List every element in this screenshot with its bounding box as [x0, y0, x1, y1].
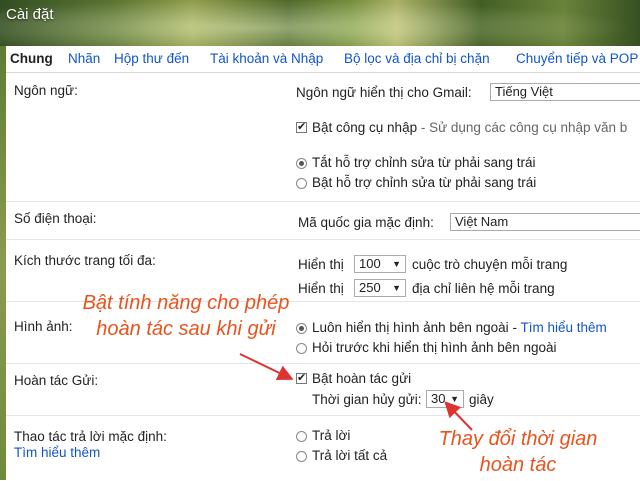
enable-undo-send-label: Bật hoàn tác gửi	[312, 371, 412, 386]
input-tools-text: Bật công cụ nhập - Sử dụng các công cụ n…	[312, 120, 628, 135]
rtl-off-label: Tắt hỗ trợ chỉnh sửa từ phải sang trái	[312, 155, 536, 170]
images-label: Hình ảnh:	[14, 319, 73, 334]
display-language-label: Ngôn ngữ hiển thị cho Gmail:	[296, 85, 472, 100]
display-language-select[interactable]: Tiếng Việt	[490, 83, 640, 101]
rtl-on-label: Bật hỗ trợ chỉnh sửa từ phải sang trái	[312, 175, 537, 190]
reply-option-label: Trả lời	[312, 428, 351, 443]
rtl-off-radio[interactable]	[296, 158, 307, 169]
annotation-enable-line2: hoàn tác sau khi gửi	[96, 318, 276, 340]
enable-undo-send-checkbox[interactable]	[296, 371, 307, 384]
tab-general[interactable]: Chung	[10, 51, 53, 66]
annotation-time-line1: Thay đổi thời gian	[438, 428, 598, 450]
ask-images-radio[interactable]	[296, 343, 307, 354]
reply-label: Thao tác trả lời mặc định:	[14, 429, 167, 444]
phone-row: Số điện thoại: Mã quốc gia mặc định: Việ…	[6, 201, 640, 240]
input-tools-checkbox[interactable]	[296, 120, 307, 133]
tab-forwarding[interactable]: Chuyển tiếp và POP	[516, 51, 638, 66]
show-conv-label: Hiển thị	[298, 257, 344, 272]
contacts-per-page-select[interactable]: 250 ▼	[354, 279, 406, 297]
always-show-images-radio[interactable]	[296, 323, 307, 334]
conversations-per-page-select[interactable]: 100 ▼	[354, 255, 406, 273]
period-unit: giây	[469, 392, 494, 407]
country-code-select[interactable]: Việt Nam	[450, 213, 640, 231]
tab-filters[interactable]: Bộ lọc và địa chỉ bị chặn	[344, 51, 490, 66]
reply-all-radio[interactable]	[296, 451, 307, 462]
annotation-enable-line1: Bật tính năng cho phép	[82, 292, 290, 314]
annotation-enable: Bật tính năng cho phép hoàn tác sau khi …	[76, 290, 296, 342]
images-learn-more-link[interactable]: Tìm hiểu thêm	[520, 320, 606, 335]
tab-accounts[interactable]: Tài khoản và Nhập	[210, 51, 323, 66]
cancel-period-label: Thời gian hủy gửi:	[312, 392, 422, 407]
rtl-on-radio[interactable]	[296, 178, 307, 189]
settings-tabs: Chung Nhãn Hộp thư đến Tài khoản và Nhập…	[6, 46, 640, 73]
cancel-period-select[interactable]: 30 ▼	[426, 390, 464, 408]
show-contact-label: Hiển thị	[298, 281, 344, 296]
header-background	[0, 0, 640, 46]
page-title: Cài đặt	[6, 6, 54, 23]
reply-learn-more-link[interactable]: Tìm hiểu thêm	[14, 445, 100, 460]
language-label: Ngôn ngữ:	[14, 83, 78, 98]
ask-images-label: Hỏi trước khi hiển thị hình ảnh bên ngoà…	[312, 340, 557, 355]
undo-send-label: Hoàn tác Gửi:	[14, 373, 99, 388]
phone-label: Số điện thoại:	[14, 211, 97, 226]
conv-suffix: cuộc trò chuyện mỗi trang	[412, 257, 568, 272]
reply-all-option-label: Trả lời tất cả	[312, 448, 388, 463]
page-size-label: Kích thước trang tối đa:	[14, 253, 156, 268]
always-show-images-text: Luôn hiển thị hình ảnh bên ngoài - Tìm h…	[312, 320, 607, 335]
undo-send-row: Hoàn tác Gửi: Bật hoàn tác gửi Thời gian…	[6, 363, 640, 416]
contact-suffix: địa chỉ liên hệ mỗi trang	[412, 281, 555, 296]
annotation-time-line2: hoàn tác	[479, 454, 557, 476]
tab-labels[interactable]: Nhãn	[68, 51, 100, 66]
language-row: Ngôn ngữ: Ngôn ngữ hiển thị cho Gmail: T…	[6, 73, 640, 202]
tab-inbox[interactable]: Hộp thư đến	[114, 51, 189, 66]
annotation-time: Thay đổi thời gian hoàn tác	[418, 426, 618, 478]
reply-radio[interactable]	[296, 431, 307, 442]
country-code-label: Mã quốc gia mặc định:	[298, 215, 434, 230]
